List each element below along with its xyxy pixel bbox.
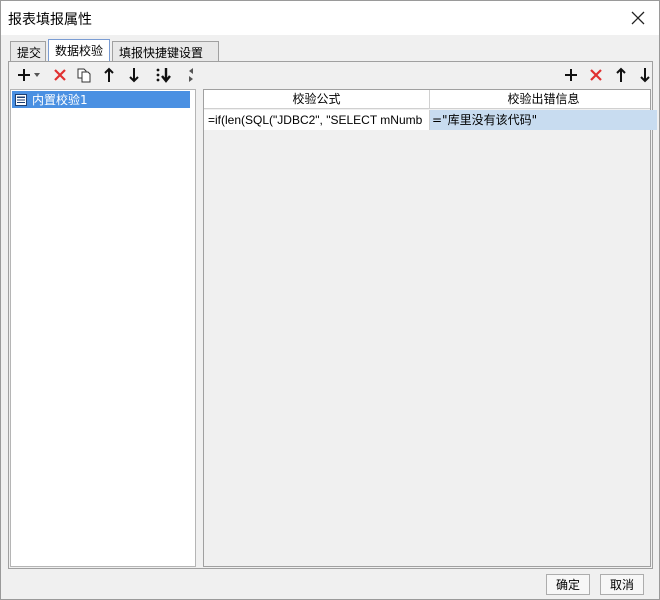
move-down-button[interactable] (124, 65, 144, 85)
table-row[interactable]: =if(len(SQL("JDBC2", "SELECT mNumb ="库里没… (204, 110, 657, 130)
add-row-button[interactable] (561, 65, 581, 85)
delete-icon (54, 69, 66, 81)
validation-item-icon (15, 93, 27, 106)
move-down-icon (129, 68, 139, 83)
validation-table: 校验公式 校验出错信息 =if(len(SQL("JDBC2", "SELECT… (203, 89, 657, 567)
add-button[interactable] (14, 65, 34, 85)
validation-list: 内置校验1 (10, 89, 196, 567)
copy-icon (77, 68, 91, 83)
collapse-arrows-icon (189, 68, 193, 82)
list-item-label: 内置校验1 (32, 93, 88, 107)
left-pane: 内置校验1 (10, 63, 196, 567)
pane-splitter[interactable] (196, 63, 203, 567)
row-down-button[interactable] (635, 65, 655, 85)
left-toolbar (10, 63, 196, 89)
copy-button[interactable] (74, 65, 94, 85)
column-header-error-message[interactable]: 校验出错信息 (430, 90, 657, 109)
right-toolbar (203, 63, 651, 89)
right-pane: 校验公式 校验出错信息 =if(len(SQL("JDBC2", "SELECT… (203, 63, 657, 567)
list-item[interactable]: 内置校验1 (12, 91, 190, 108)
move-up-icon (616, 67, 626, 82)
delete-button[interactable] (50, 65, 70, 85)
sort-button[interactable] (154, 65, 174, 85)
add-icon (18, 69, 30, 81)
move-up-icon (104, 67, 114, 82)
move-down-icon (640, 68, 650, 83)
title-bar: 报表填报属性 (1, 1, 659, 35)
sort-icon (156, 68, 171, 83)
dropdown-arrow-icon (34, 73, 40, 77)
delete-row-button[interactable] (586, 65, 606, 85)
tab-submit[interactable]: 提交 (10, 41, 46, 61)
add-dropdown-button[interactable] (32, 65, 42, 85)
row-up-button[interactable] (611, 65, 631, 85)
delete-icon (590, 69, 602, 81)
tab-data-validation[interactable]: 数据校验 (48, 39, 110, 61)
tab-shortcut-settings[interactable]: 填报快捷键设置 (112, 41, 219, 61)
formula-cell[interactable]: =if(len(SQL("JDBC2", "SELECT mNumb (204, 110, 430, 130)
dialog-title: 报表填报属性 (8, 12, 92, 28)
close-icon (631, 11, 645, 25)
tab-panel: 内置校验1 校验公式 校验出错信息 =if(len(SQL("JDBC2", "… (8, 61, 657, 569)
dialog-window: 报表填报属性 提交 数据校验 填报快捷键设置 内置校验1 校验公式 校验出错信息… (0, 0, 660, 600)
add-icon (565, 69, 577, 81)
ok-button[interactable]: 确定 (546, 574, 590, 595)
error-message-cell[interactable]: ="库里没有该代码" (430, 110, 657, 130)
close-button[interactable] (625, 5, 651, 31)
collapse-pane-button[interactable] (186, 65, 196, 85)
move-up-button[interactable] (99, 65, 119, 85)
column-header-formula[interactable]: 校验公式 (204, 90, 430, 109)
cancel-button[interactable]: 取消 (600, 574, 644, 595)
table-header: 校验公式 校验出错信息 (204, 90, 650, 109)
